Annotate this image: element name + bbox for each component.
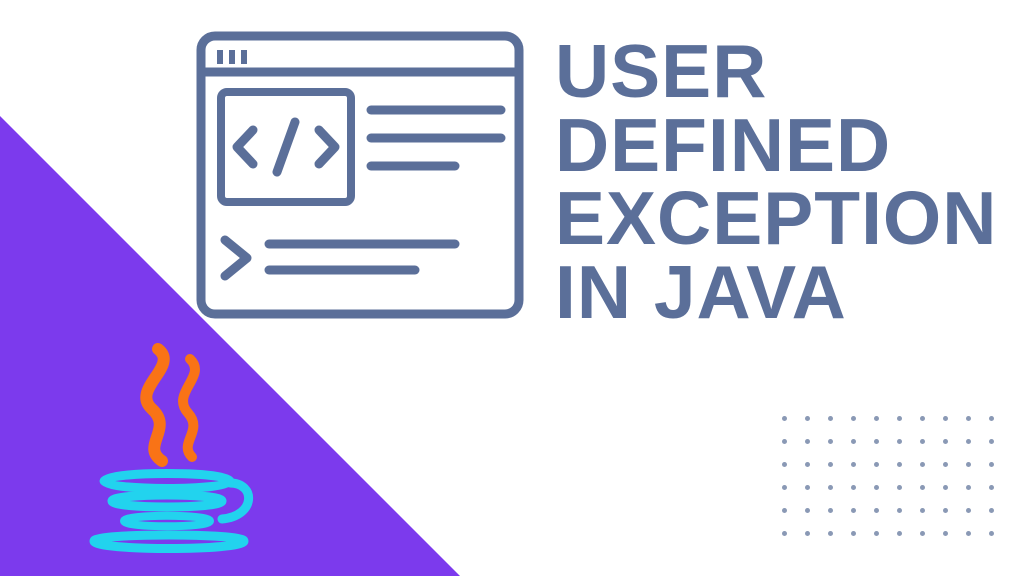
dot (782, 462, 787, 467)
dot (805, 439, 810, 444)
dot (966, 531, 971, 536)
dot (874, 462, 879, 467)
headline-line-4: IN JAVA (555, 256, 997, 330)
dot (805, 416, 810, 421)
dot (851, 508, 856, 513)
dot (874, 508, 879, 513)
dot (851, 531, 856, 536)
dot (966, 439, 971, 444)
dot (851, 485, 856, 490)
dot (851, 416, 856, 421)
dot (828, 439, 833, 444)
dot (920, 531, 925, 536)
dot (989, 485, 994, 490)
dot (989, 508, 994, 513)
dot (851, 439, 856, 444)
dot (897, 439, 902, 444)
dot (920, 462, 925, 467)
dot (989, 416, 994, 421)
dot (989, 462, 994, 467)
dot (966, 485, 971, 490)
dot (874, 416, 879, 421)
dot (874, 439, 879, 444)
dot (851, 462, 856, 467)
java-logo-icon (70, 341, 270, 561)
dot (782, 485, 787, 490)
dot (897, 485, 902, 490)
dot (782, 508, 787, 513)
dot (782, 416, 787, 421)
dot (920, 439, 925, 444)
dot (989, 531, 994, 536)
dot (805, 462, 810, 467)
dot (828, 531, 833, 536)
headline-line-3: EXCEPTION (555, 182, 997, 256)
dot (805, 508, 810, 513)
dot (943, 462, 948, 467)
dot (943, 416, 948, 421)
dot (782, 531, 787, 536)
headline-line-1: USER (555, 35, 997, 109)
dot (920, 508, 925, 513)
dot (897, 416, 902, 421)
code-window-icon (195, 30, 525, 320)
dot (828, 485, 833, 490)
dot-pattern (782, 416, 994, 536)
dot (943, 485, 948, 490)
dot (966, 508, 971, 513)
dot (989, 439, 994, 444)
dot (828, 508, 833, 513)
dot (828, 462, 833, 467)
dot (966, 416, 971, 421)
dot (805, 531, 810, 536)
headline: USER DEFINED EXCEPTION IN JAVA (555, 35, 997, 329)
dot (897, 462, 902, 467)
dot (874, 485, 879, 490)
dot (805, 485, 810, 490)
dot (782, 439, 787, 444)
dot (943, 508, 948, 513)
dot (897, 531, 902, 536)
dot (920, 485, 925, 490)
dot (966, 462, 971, 467)
dot (943, 439, 948, 444)
dot (874, 531, 879, 536)
dot (828, 416, 833, 421)
headline-line-2: DEFINED (555, 109, 997, 183)
dot (897, 508, 902, 513)
dot (943, 531, 948, 536)
dot (920, 416, 925, 421)
